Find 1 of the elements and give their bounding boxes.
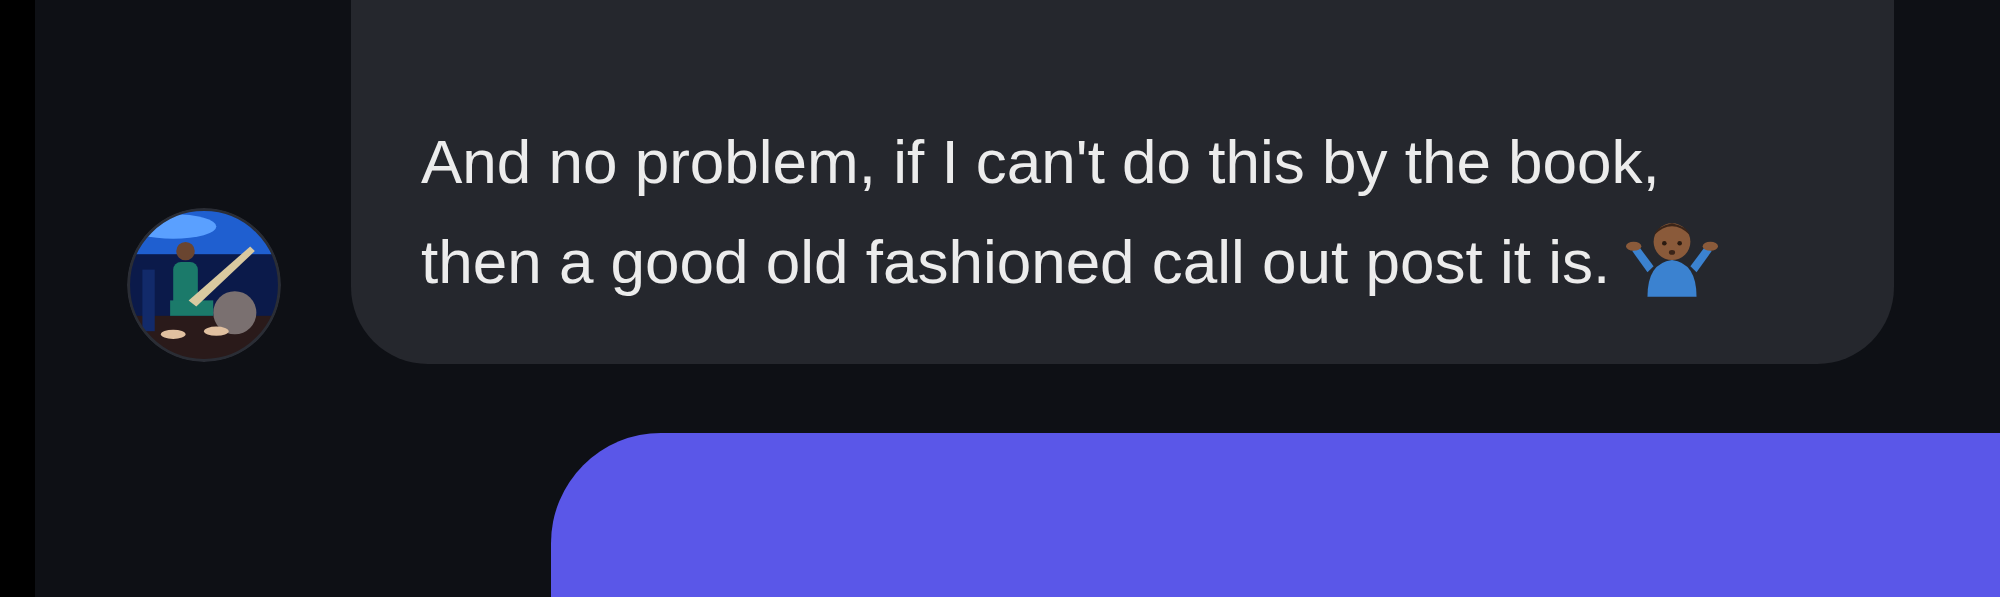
message-text: And no problem, if I can't do this by the book, then a good old fashioned call out post it is.: [421, 127, 1660, 296]
